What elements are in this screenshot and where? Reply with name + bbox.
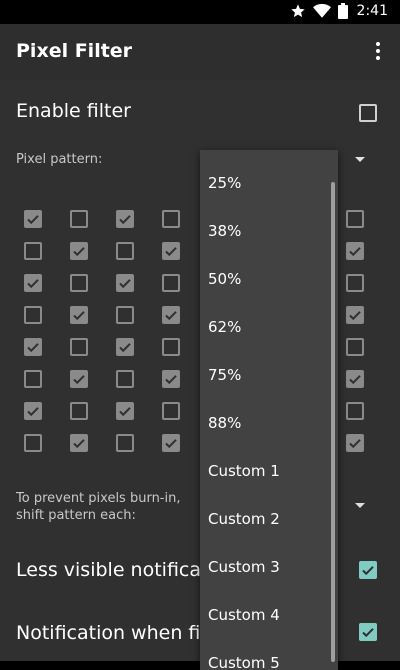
dropdown-option[interactable]: 50% <box>200 256 338 304</box>
dropdown-option[interactable]: Custom 5 <box>200 640 338 670</box>
pixel-pattern-label: Pixel pattern: <box>16 152 103 167</box>
pattern-cell-checkbox[interactable] <box>346 434 364 452</box>
dropdown-option-label: Custom 1 <box>208 462 280 480</box>
enable-filter-label: Enable filter <box>16 100 131 122</box>
pattern-cell-checkbox[interactable] <box>24 210 42 228</box>
pattern-cell-checkbox[interactable] <box>116 306 134 324</box>
pattern-cell-checkbox[interactable] <box>116 210 134 228</box>
pattern-cell-checkbox[interactable] <box>70 402 88 420</box>
pattern-cell-checkbox[interactable] <box>162 434 180 452</box>
dropdown-option-label: Custom 5 <box>208 654 280 670</box>
pattern-cell-checkbox[interactable] <box>162 210 180 228</box>
dropdown-option-label: 50% <box>208 270 242 288</box>
pattern-cell-checkbox[interactable] <box>70 274 88 292</box>
pattern-cell-checkbox[interactable] <box>116 242 134 260</box>
shift-label-line-2: shift pattern each: <box>16 508 136 523</box>
pattern-cell-checkbox[interactable] <box>70 434 88 452</box>
dropdown-option[interactable]: Custom 4 <box>200 592 338 640</box>
pattern-cell-checkbox[interactable] <box>24 306 42 324</box>
dropdown-option-label: 62% <box>208 318 242 336</box>
wifi-icon <box>312 3 331 19</box>
pattern-cell-checkbox[interactable] <box>70 242 88 260</box>
pattern-cell-checkbox[interactable] <box>162 274 180 292</box>
app-title: Pixel Filter <box>16 40 133 62</box>
pattern-cell-checkbox[interactable] <box>346 338 364 356</box>
dropdown-option-label: 25% <box>208 174 242 192</box>
status-time: 2:41 <box>356 3 388 19</box>
star-icon <box>290 3 306 19</box>
pattern-cell-checkbox[interactable] <box>24 370 42 388</box>
dropdown-option-label: 38% <box>208 222 242 240</box>
dropdown-option-label: 88% <box>208 414 242 432</box>
dropdown-option[interactable]: Custom 2 <box>200 496 338 544</box>
dropdown-option[interactable]: Custom 1 <box>200 448 338 496</box>
dropdown-option-label: Custom 2 <box>208 510 280 528</box>
less-visible-notification-label: Less visible notificati <box>16 559 214 581</box>
popup-scrollbar[interactable] <box>331 182 335 662</box>
pattern-cell-checkbox[interactable] <box>24 338 42 356</box>
pattern-cell-checkbox[interactable] <box>162 402 180 420</box>
pattern-cell-checkbox[interactable] <box>162 306 180 324</box>
pattern-cell-checkbox[interactable] <box>116 274 134 292</box>
dropdown-option-label: 75% <box>208 366 242 384</box>
pattern-cell-checkbox[interactable] <box>24 434 42 452</box>
dropdown-option-label: Custom 3 <box>208 558 280 576</box>
dropdown-option[interactable]: Custom 3 <box>200 544 338 592</box>
pattern-cell-checkbox[interactable] <box>116 370 134 388</box>
enable-filter-row[interactable]: Enable filter <box>0 80 400 146</box>
pattern-cell-checkbox[interactable] <box>346 402 364 420</box>
dropdown-option[interactable]: 38% <box>200 208 338 256</box>
pattern-cell-checkbox[interactable] <box>24 402 42 420</box>
pattern-cell-checkbox[interactable] <box>346 210 364 228</box>
app-bar: Pixel Filter <box>0 24 400 80</box>
pattern-cell-checkbox[interactable] <box>24 274 42 292</box>
pattern-cell-checkbox[interactable] <box>162 338 180 356</box>
dropdown-arrow-icon[interactable] <box>355 503 365 508</box>
dropdown-option-label: Custom 4 <box>208 606 280 624</box>
pattern-cell-checkbox[interactable] <box>70 306 88 324</box>
pattern-cell-checkbox[interactable] <box>346 274 364 292</box>
enable-filter-checkbox[interactable] <box>359 104 377 122</box>
dropdown-option[interactable]: 25% <box>200 160 338 208</box>
notification-when-filter-checkbox[interactable] <box>359 623 377 641</box>
pattern-cell-checkbox[interactable] <box>70 210 88 228</box>
pattern-cell-checkbox[interactable] <box>346 370 364 388</box>
dropdown-arrow-icon[interactable] <box>355 157 365 162</box>
pattern-cell-checkbox[interactable] <box>70 338 88 356</box>
overflow-menu-icon[interactable] <box>366 40 390 64</box>
less-visible-notification-checkbox[interactable] <box>359 561 377 579</box>
battery-icon <box>337 3 348 19</box>
notification-when-filter-label: Notification when filt <box>16 622 214 644</box>
pattern-cell-checkbox[interactable] <box>70 370 88 388</box>
pattern-cell-checkbox[interactable] <box>346 242 364 260</box>
pattern-cell-checkbox[interactable] <box>162 370 180 388</box>
dropdown-option[interactable]: 62% <box>200 304 338 352</box>
pattern-cell-checkbox[interactable] <box>24 242 42 260</box>
pattern-cell-checkbox[interactable] <box>116 434 134 452</box>
pattern-cell-checkbox[interactable] <box>116 338 134 356</box>
dropdown-option[interactable]: 75% <box>200 352 338 400</box>
shift-pattern-label: To prevent pixels burn-in, shift pattern… <box>16 490 206 524</box>
pattern-cell-checkbox[interactable] <box>116 402 134 420</box>
dropdown-option[interactable]: 88% <box>200 400 338 448</box>
pattern-cell-checkbox[interactable] <box>346 306 364 324</box>
status-bar: 2:41 <box>0 0 400 24</box>
shift-label-line-1: To prevent pixels burn-in, <box>16 491 181 506</box>
pattern-dropdown-popup[interactable]: Custom 5 Custom 4 Custom 3 Custom 2 Custom 1… <box>200 150 338 670</box>
pattern-cell-checkbox[interactable] <box>162 242 180 260</box>
